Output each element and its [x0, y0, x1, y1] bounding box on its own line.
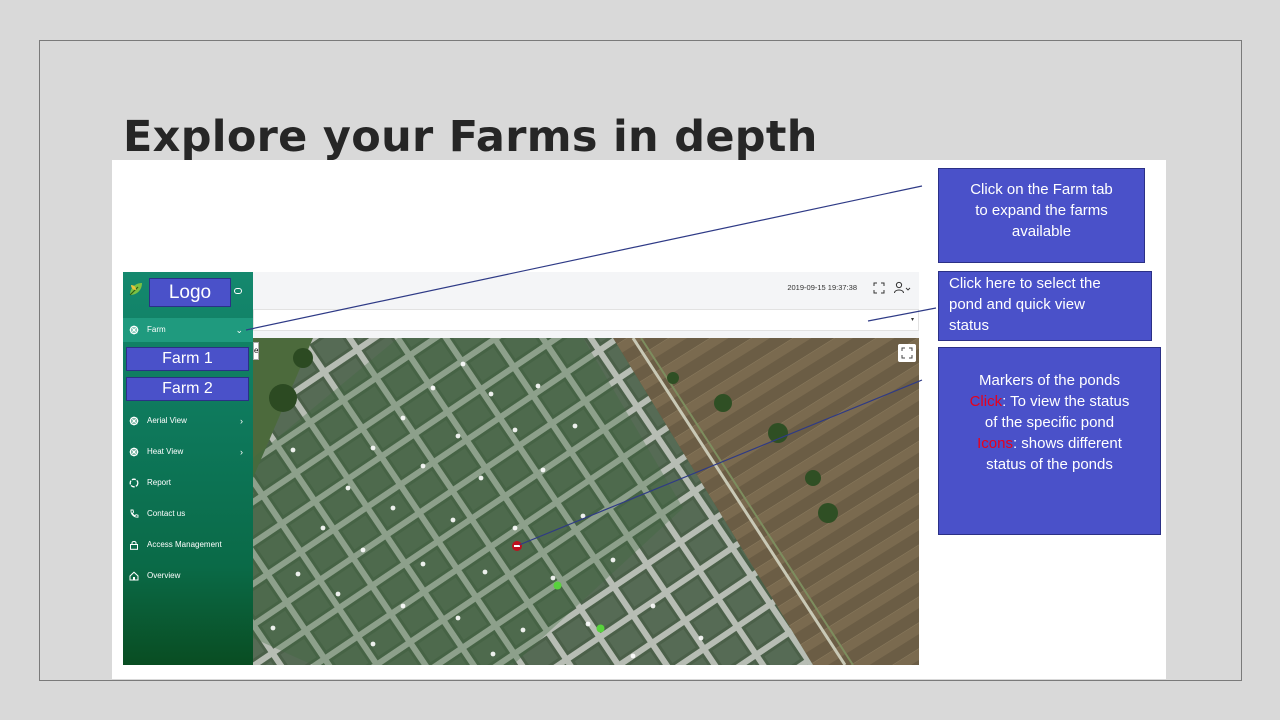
logo-placeholder[interactable]: Logo — [149, 278, 231, 307]
user-menu-icon[interactable] — [893, 281, 911, 295]
callout-line: Icons: shows different — [939, 433, 1160, 454]
sidebar-item-overview[interactable]: Overview — [123, 564, 253, 588]
sidebar-subitem-farm-2[interactable]: Farm 2 — [126, 377, 249, 401]
sidebar-item-report[interactable]: Report — [123, 471, 253, 495]
timestamp: 2019-09-15 19:37:38 — [787, 283, 857, 292]
sidebar-item-label: Overview — [147, 571, 181, 580]
callout-line: available — [1011, 223, 1072, 240]
callout-line: Click: To view the status — [939, 391, 1160, 412]
home-icon — [129, 571, 139, 581]
pond-select[interactable]: ▾ — [253, 309, 919, 331]
chevron-right-icon: › — [240, 416, 243, 426]
callout-line: status of the ponds — [986, 456, 1113, 473]
callout-line: Click on the Farm tab — [970, 181, 1113, 198]
pond-marker-ok[interactable] — [553, 581, 562, 590]
pond-marker-alert[interactable] — [511, 540, 523, 552]
callout-pond-markers: Markers of the ponds Click: To view the … — [938, 347, 1161, 535]
sidebar-item-heat-view[interactable]: Heat View › — [123, 440, 253, 464]
sidebar-item-label: Heat View — [147, 447, 184, 456]
sidebar-subitem-farm-1[interactable]: Farm 1 — [126, 347, 249, 371]
callout-text: : shows different — [1012, 435, 1122, 452]
map-fullscreen-icon[interactable] — [898, 344, 916, 362]
sidebar-item-label: Farm — [147, 325, 166, 334]
callout-line: status — [949, 317, 990, 334]
sidebar-item-contact-us[interactable]: Contact us — [123, 502, 253, 526]
sidebar-item-label: Contact us — [147, 509, 186, 518]
callout-line: of the specific pond — [984, 414, 1115, 431]
lock-icon — [130, 541, 138, 550]
map-layer-button[interactable]: e — [253, 342, 259, 360]
logo-row: Logo — [123, 272, 253, 310]
sidebar-item-access-management[interactable]: Access Management — [123, 533, 253, 557]
ship-wheel-icon — [129, 416, 139, 426]
callout-text: : To view the status — [1002, 393, 1130, 410]
sidebar-item-aerial-view[interactable]: Aerial View › — [123, 409, 253, 433]
callout-pond-select: Click here to select the pond and quick … — [938, 271, 1152, 341]
app-window: Logo Farm ⌄ Farm 1 Farm 2 Aerial View › … — [123, 272, 919, 665]
highlight-word: Click — [969, 393, 1003, 410]
sidebar-toggle-icon[interactable] — [234, 288, 242, 294]
satellite-map[interactable]: e — [253, 338, 919, 665]
callout-farm-tab: Click on the Farm tab to expand the farm… — [938, 168, 1145, 263]
slide-title: Explore your Farms in depth — [123, 112, 818, 162]
callout-line: pond and quick view — [949, 296, 1085, 313]
callout-line: Click here to select the — [949, 275, 1101, 292]
chevron-down-icon: ▾ — [910, 317, 914, 323]
leaf-logo-icon — [129, 283, 142, 296]
fullscreen-icon[interactable] — [873, 282, 885, 294]
report-icon — [129, 478, 139, 488]
callout-line: to expand the farms — [975, 202, 1108, 219]
sidebar-item-label: Aerial View — [147, 416, 187, 425]
sidebar-item-label: Report — [147, 478, 172, 487]
sidebar-item-label: Access Management — [147, 540, 222, 549]
pond-marker-ok[interactable] — [596, 624, 605, 633]
sidebar: Logo Farm ⌄ Farm 1 Farm 2 Aerial View › … — [123, 272, 253, 665]
chevron-right-icon: › — [240, 447, 243, 457]
phone-icon — [130, 509, 139, 518]
ship-wheel-icon — [129, 447, 139, 457]
callout-line: Markers of the ponds — [979, 372, 1120, 389]
chevron-down-icon: ⌄ — [235, 325, 243, 335]
map-imagery — [253, 338, 919, 665]
sidebar-item-farm[interactable]: Farm ⌄ — [123, 318, 253, 342]
highlight-word: Icons — [977, 435, 1013, 452]
top-bar: 2019-09-15 19:37:38 — [253, 272, 919, 307]
ship-wheel-icon — [129, 325, 139, 335]
